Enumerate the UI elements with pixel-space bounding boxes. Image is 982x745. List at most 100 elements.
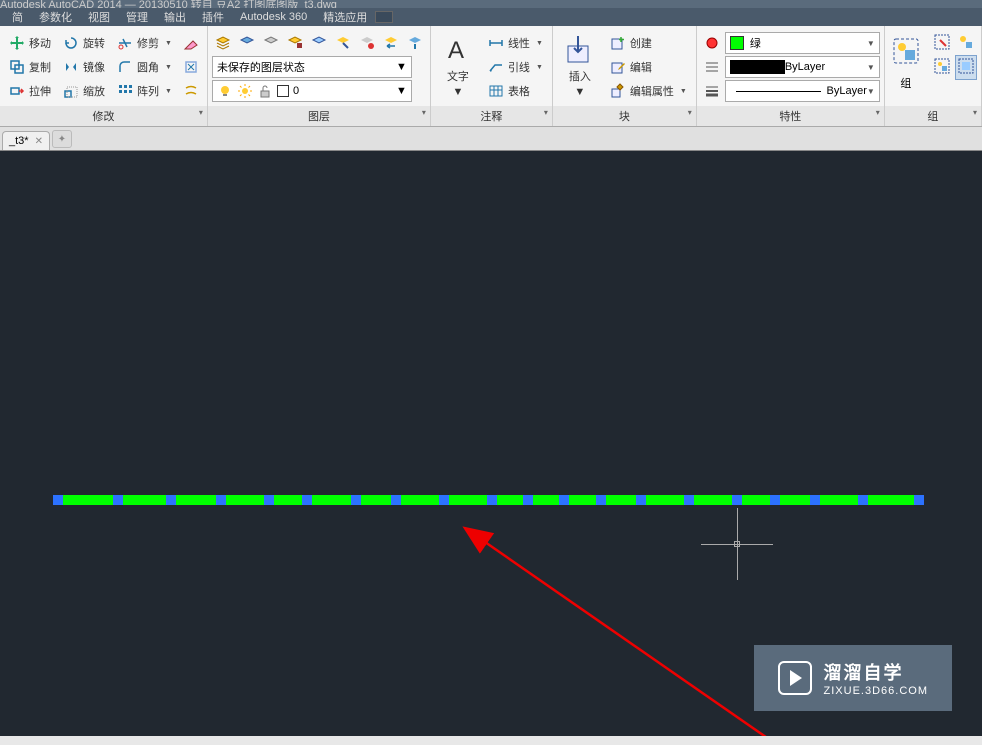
layer-match-button[interactable] [356,32,378,54]
panel-title-properties[interactable]: 特性 [697,106,884,126]
layer-walk-icon [407,35,423,51]
menu-output[interactable]: 输出 [156,7,194,27]
menu-view[interactable]: 视图 [80,7,118,27]
edit-attr-button[interactable]: 编辑属性▼ [605,80,692,102]
layer-state-combo[interactable]: 未保存的图层状态 ▼ [212,56,412,78]
layer-current-combo[interactable]: 0 ▼ [212,80,412,102]
lineweight-btn[interactable] [701,80,723,102]
ungroup-button[interactable] [955,31,977,56]
new-tab-button[interactable]: ✦ [52,130,72,148]
grip-handle[interactable] [914,495,924,505]
layer-stack3-icon [263,35,279,51]
group-edit-button[interactable] [931,31,953,56]
erase-button[interactable] [179,32,203,54]
grip-handle[interactable] [858,495,868,505]
grip-handle[interactable] [684,495,694,505]
menu-a360[interactable]: Autodesk 360 [232,9,315,25]
watermark-title: 溜溜自学 [824,659,928,685]
grip-handle[interactable] [810,495,820,505]
color-combo[interactable]: 绿 ▼ [725,32,880,54]
panel-title-block[interactable]: 块 [553,106,696,126]
mirror-button[interactable]: 镜像 [58,56,110,78]
grip-handle[interactable] [113,495,123,505]
fillet-button[interactable]: 圆角▼ [112,56,177,78]
layer-off-button[interactable] [236,32,258,54]
trim-icon [117,35,133,51]
match-prop-button[interactable] [701,32,723,54]
grip-handle[interactable] [166,495,176,505]
group-select-button[interactable] [955,55,977,80]
panel-title-layer[interactable]: 图层 [208,106,430,126]
leader-button[interactable]: 引线▼ [483,56,548,78]
grip-handle[interactable] [770,495,780,505]
array-button[interactable]: 阵列▼ [112,80,177,102]
dropdown-arrow-icon: ▼ [867,39,875,48]
move-button[interactable]: 移动 [4,32,56,54]
ribbon-panel-modify: 移动 复制 拉伸 旋转 镜像 [0,26,208,126]
layer-stack6-icon [335,35,351,51]
offset-button[interactable] [179,80,203,102]
lineweight-combo[interactable]: ByLayer ▼ [725,56,880,78]
menu-manage[interactable]: 管理 [118,7,156,27]
document-tab[interactable]: _t3* ✕ [2,131,50,150]
grip-handle[interactable] [559,495,569,505]
panel-title-annotate[interactable]: 注释 [431,106,552,126]
sun-icon [237,83,253,99]
grip-handle[interactable] [53,495,63,505]
menu-addins[interactable]: 插件 [194,7,232,27]
explode-button[interactable] [179,56,203,78]
group-main-button[interactable] [889,34,923,71]
grip-handle[interactable] [523,495,533,505]
grip-handle[interactable] [391,495,401,505]
grip-handle[interactable] [636,495,646,505]
grip-handle[interactable] [732,495,742,505]
block-edit-button[interactable]: 编辑 [605,56,692,78]
table-button[interactable]: 表格 [483,80,548,102]
layer-stack-icon [215,35,231,51]
text-icon: A [442,34,474,66]
watermark: 溜溜自学 ZIXUE.3D66.COM [754,645,952,711]
group-bbox-button[interactable] [931,55,953,80]
panel-title-modify[interactable]: 修改 [0,106,207,126]
linetype-btn[interactable] [701,56,723,78]
group-bbox-icon [934,58,950,74]
linear-dim-button[interactable]: 线性▼ [483,32,548,54]
scale-button[interactable]: 缩放 [58,80,110,102]
menu-parametric[interactable]: 参数化 [31,7,80,27]
dropdown-arrow-icon: ▼ [867,63,875,72]
menu-home[interactable]: 简 [4,7,31,27]
panel-title-group[interactable]: 组 [885,106,981,126]
layer-freeze-button[interactable] [260,32,282,54]
grip-handle[interactable] [439,495,449,505]
layer-iso-button[interactable] [308,32,330,54]
text-button[interactable]: A 文字 ▼ [435,32,481,100]
block-create-button[interactable]: 创建 [605,32,692,54]
layer-walk-button[interactable] [404,32,426,54]
grip-handle[interactable] [264,495,274,505]
stretch-button[interactable]: 拉伸 [4,80,56,102]
linetype-combo[interactable]: ByLayer ▼ [725,80,880,102]
dropdown-arrow-icon: ▼ [574,86,585,98]
layer-uniso-button[interactable] [332,32,354,54]
grip-handle[interactable] [351,495,361,505]
layer-props-button[interactable] [212,32,234,54]
grip-handle[interactable] [302,495,312,505]
dropdown-arrow-icon: ▼ [536,40,543,47]
fillet-icon [117,59,133,75]
copy-button[interactable]: 复制 [4,56,56,78]
rotate-icon [63,35,79,51]
layer-lock-button[interactable] [284,32,306,54]
close-icon[interactable]: ✕ [35,136,43,147]
trim-button[interactable]: 修剪▼ [112,32,177,54]
selected-line-object[interactable] [55,495,922,505]
grip-handle[interactable] [216,495,226,505]
drawing-area[interactable]: 溜溜自学 ZIXUE.3D66.COM [0,151,982,736]
lines-icon [704,59,720,75]
grip-handle[interactable] [596,495,606,505]
rotate-button[interactable]: 旋转 [58,32,110,54]
insert-button[interactable]: 插入 ▼ [557,32,603,100]
layer-prev-button[interactable] [380,32,402,54]
grip-handle[interactable] [487,495,497,505]
menu-featured[interactable]: 精选应用 [315,7,375,27]
menu-more[interactable] [375,11,393,23]
